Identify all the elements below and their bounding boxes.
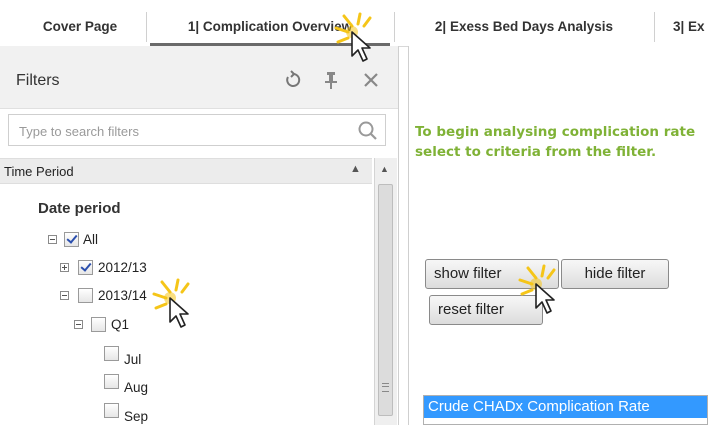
tab-divider [146, 12, 147, 42]
checkbox-2013-14[interactable] [78, 288, 93, 303]
checkbox-aug[interactable] [104, 374, 119, 389]
content-panel: To begin analysing complication rate sel… [408, 46, 709, 425]
tree-item-jul[interactable]: Jul [0, 344, 370, 367]
checkbox-2012-13[interactable] [78, 260, 93, 275]
filters-header: Filters [0, 46, 398, 109]
tree-item-label: All [83, 232, 99, 247]
time-period-section-header[interactable]: Time Period ▲ [0, 158, 372, 184]
filters-title: Filters [16, 72, 60, 89]
collapse-icon[interactable] [74, 320, 83, 329]
tab-complication-overview[interactable]: 1| Complication Overview [150, 0, 390, 46]
checkbox-q1[interactable] [91, 317, 106, 332]
checkbox-sep[interactable] [104, 403, 119, 418]
tab-bar: Cover Page 1| Complication Overview 2| E… [0, 0, 709, 47]
reset-filter-button[interactable]: reset filter [429, 295, 543, 325]
tab-cover-page[interactable]: Cover Page [18, 0, 142, 46]
tab-divider [654, 12, 655, 42]
collapse-icon[interactable] [48, 235, 57, 244]
tab-divider [394, 12, 395, 42]
search-icon[interactable] [357, 120, 379, 147]
date-period-title: Date period [38, 200, 121, 217]
tree-item-2012-13[interactable]: 2012/13 [0, 258, 370, 278]
pin-icon[interactable] [320, 69, 342, 91]
checkbox-all[interactable] [64, 232, 79, 247]
instruction-text: To begin analysing complication rate sel… [415, 124, 696, 160]
tree-item-aug[interactable]: Aug [0, 372, 370, 395]
tree-item-q1[interactable]: Q1 [0, 315, 370, 335]
close-icon[interactable] [360, 69, 382, 91]
section-title: Time Period [4, 164, 74, 179]
expand-icon[interactable] [60, 263, 69, 272]
tree-item-2013-14[interactable]: 2013/14 [0, 286, 370, 306]
tree-item-label: Aug [124, 380, 149, 395]
filter-search-box[interactable] [8, 114, 386, 146]
tree-item-sep[interactable]: Sep [0, 401, 370, 424]
collapse-icon[interactable] [60, 291, 69, 300]
tab-excess-bed-days-analysis[interactable]: 2| Exess Bed Days Analysis [400, 0, 648, 46]
tree-item-label: 2013/14 [98, 288, 147, 303]
filter-scrollbar[interactable]: ▲ [374, 158, 397, 425]
hide-filter-button[interactable]: hide filter [561, 259, 669, 289]
checkbox-jul[interactable] [104, 346, 119, 361]
show-filter-button[interactable]: show filter [425, 259, 559, 289]
filters-panel: Filters Type to search filters Time Peri… [0, 46, 399, 425]
grip-icon [382, 383, 389, 392]
reset-icon[interactable] [282, 69, 304, 91]
tree-item-label: 2012/13 [98, 260, 147, 275]
chevron-up-icon[interactable]: ▲ [350, 163, 361, 175]
scroll-thumb[interactable] [378, 184, 393, 416]
search-input[interactable] [17, 116, 361, 146]
tab-3-partial[interactable]: 3| Ex [660, 0, 709, 46]
listbox-selected-item[interactable]: Crude CHADx Complication Rate [424, 396, 707, 418]
scroll-up-arrow-icon[interactable]: ▲ [380, 164, 389, 174]
tree-item-label: Q1 [111, 317, 130, 332]
tree-item-label: Jul [124, 352, 142, 367]
tree-item-all[interactable]: All [0, 230, 370, 250]
tree-item-label: Sep [124, 409, 149, 424]
measure-listbox[interactable]: Crude CHADx Complication Rate [423, 395, 708, 425]
